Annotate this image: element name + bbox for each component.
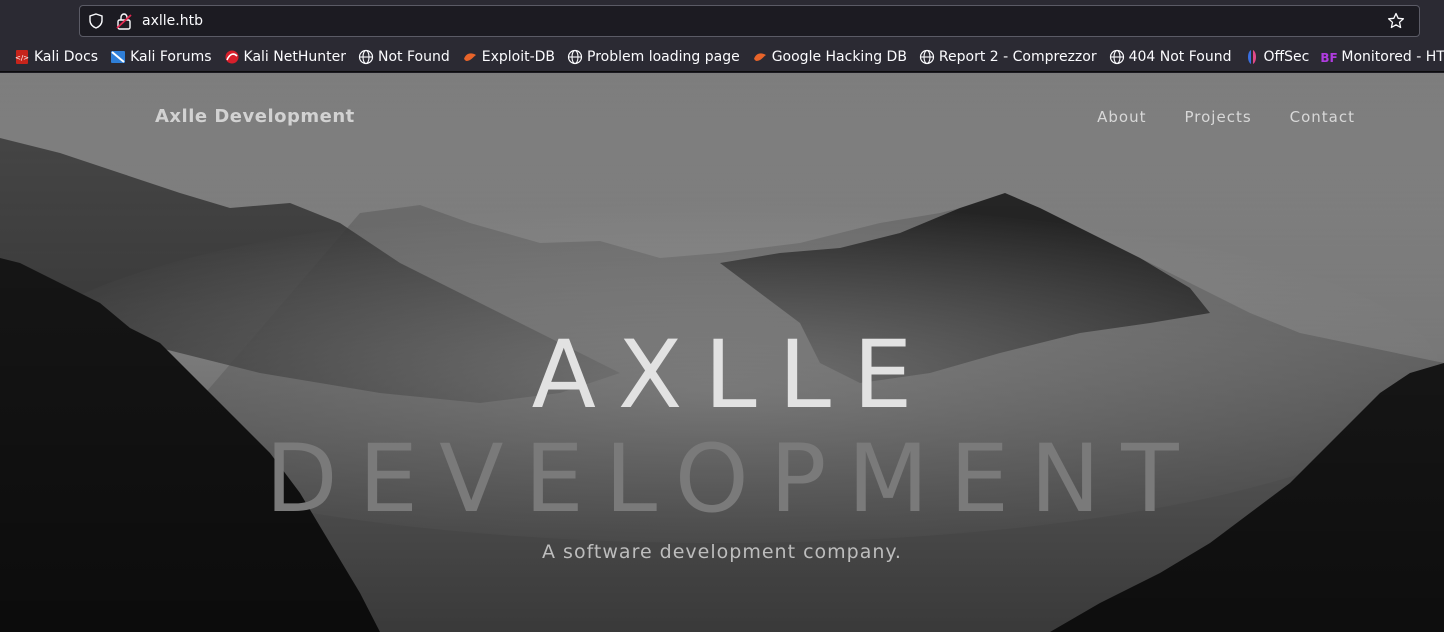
bookmark-exploit-db[interactable]: Exploit-DB: [462, 49, 555, 65]
bookmark-404-not-found[interactable]: 404 Not Found: [1109, 49, 1232, 65]
globe-icon: [1109, 49, 1124, 64]
nav-about-link[interactable]: About: [1097, 108, 1146, 126]
bf-icon: BF: [1321, 51, 1337, 65]
offsec-icon: [1247, 49, 1256, 64]
globe-icon: [358, 49, 374, 64]
shield-icon[interactable]: [88, 13, 104, 29]
exploit-db-icon: [463, 52, 476, 61]
hero-title-line-1: AXLLE: [531, 321, 935, 430]
site-nav: About Projects Contact: [1059, 108, 1355, 126]
insecure-lock-icon[interactable]: [115, 12, 133, 30]
svg-text:BF: BF: [1321, 51, 1337, 65]
hero-title-line-2: DEVELOPMENT: [265, 425, 1200, 534]
kali-forums-icon: [111, 50, 126, 63]
web-page: Axlle Development About Projects Contact…: [0, 73, 1444, 632]
bookmark-kali-forums[interactable]: Kali Forums: [110, 49, 212, 65]
bookmark-report-2-comprezzor[interactable]: Report 2 - Comprezzor: [919, 49, 1097, 65]
globe-icon: [919, 49, 935, 64]
site-brand[interactable]: Axlle Development: [155, 106, 355, 127]
bookmark-not-found[interactable]: Not Found: [358, 49, 450, 65]
nav-projects-link[interactable]: Projects: [1185, 108, 1252, 126]
address-bar[interactable]: axlle.htb: [79, 5, 1420, 37]
bookmark-google-hacking-db[interactable]: Google Hacking DB: [752, 49, 907, 65]
globe-icon: [567, 49, 583, 64]
bookmark-problem-loading-page[interactable]: Problem loading page: [567, 49, 740, 65]
svg-text:</>: </>: [15, 54, 29, 62]
bookmark-kali-docs[interactable]: </> Kali Docs: [14, 49, 98, 65]
nav-contact-link[interactable]: Contact: [1290, 108, 1355, 126]
bookmark-kali-nethunter[interactable]: Kali NetHunter: [224, 49, 346, 65]
hero-subtitle: A software development company.: [542, 541, 902, 563]
bookmark-monitored-htb[interactable]: BF Monitored - HTB | Bre…: [1321, 49, 1444, 65]
kali-nethunter-icon: [225, 50, 239, 63]
exploit-db-icon: [753, 52, 766, 61]
kali-docs-icon: </>: [15, 49, 29, 64]
browser-toolbar: axlle.htb: [0, 0, 1444, 42]
bookmark-star-icon[interactable]: [1387, 12, 1405, 30]
url-text[interactable]: axlle.htb: [142, 13, 203, 29]
bookmark-offsec[interactable]: OffSec: [1244, 49, 1309, 65]
bookmarks-toolbar: </> Kali Docs Kali Forums Kali NetHunter…: [0, 42, 1444, 72]
